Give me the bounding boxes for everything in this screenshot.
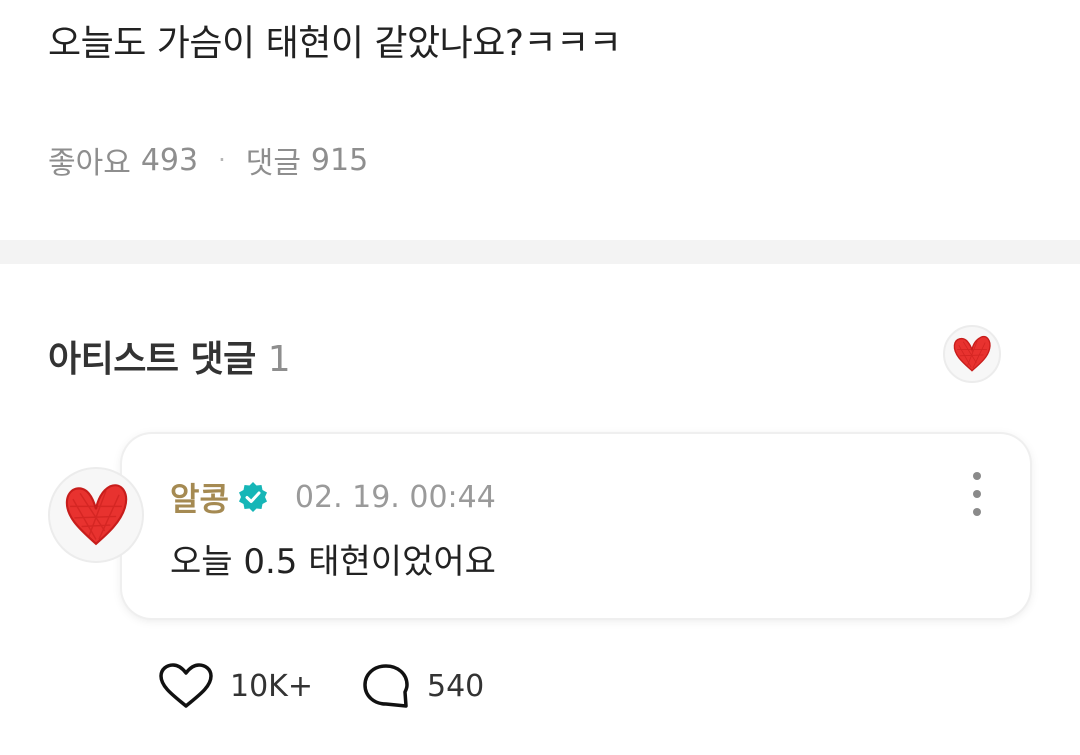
artist-comments-header: 아티스트 댓글 1 (48, 330, 291, 382)
post-comment-label[interactable]: 댓글 (246, 138, 301, 182)
comment-author[interactable]: 알콩 (170, 474, 229, 520)
heart-drawing-icon (65, 484, 128, 546)
comment-text: 오늘 0.5 태현이었어요 (170, 542, 496, 582)
artist-comments-count: 1 (267, 339, 291, 380)
heart-outline-icon[interactable] (158, 662, 214, 710)
comment-timestamp: 02. 19. 00:44 (294, 479, 496, 515)
meta-separator: · (218, 146, 226, 174)
artist-filter-avatar[interactable] (943, 325, 1001, 383)
post-comment-count[interactable]: 915 (311, 143, 368, 178)
reply-count: 540 (426, 668, 485, 704)
commenter-avatar[interactable] (48, 467, 144, 563)
heart-drawing-icon (953, 336, 991, 372)
comment-actions: 10K+ 540 (158, 662, 484, 710)
comment-header: 알콩 02. 19. 00:44 (170, 474, 496, 520)
post-like-count[interactable]: 493 (141, 143, 198, 178)
verified-badge-icon (238, 482, 267, 512)
post-meta: 좋아요 493 · 댓글 915 (48, 138, 368, 182)
like-count: 10K+ (230, 668, 313, 704)
section-divider (0, 240, 1080, 264)
speech-bubble-icon[interactable] (361, 662, 411, 710)
like-action[interactable]: 10K+ (158, 662, 313, 710)
reply-action[interactable]: 540 (361, 662, 484, 710)
post-body: 오늘도 가슴이 태현이 같았나요?ㅋㅋㅋ (48, 23, 622, 64)
post-like-label[interactable]: 좋아요 (48, 138, 131, 182)
comment-card: 알콩 02. 19. 00:44 오늘 0.5 태현이었어요 (122, 434, 1030, 618)
artist-comments-title: 아티스트 댓글 (48, 339, 256, 380)
more-vertical-icon[interactable] (970, 472, 984, 516)
